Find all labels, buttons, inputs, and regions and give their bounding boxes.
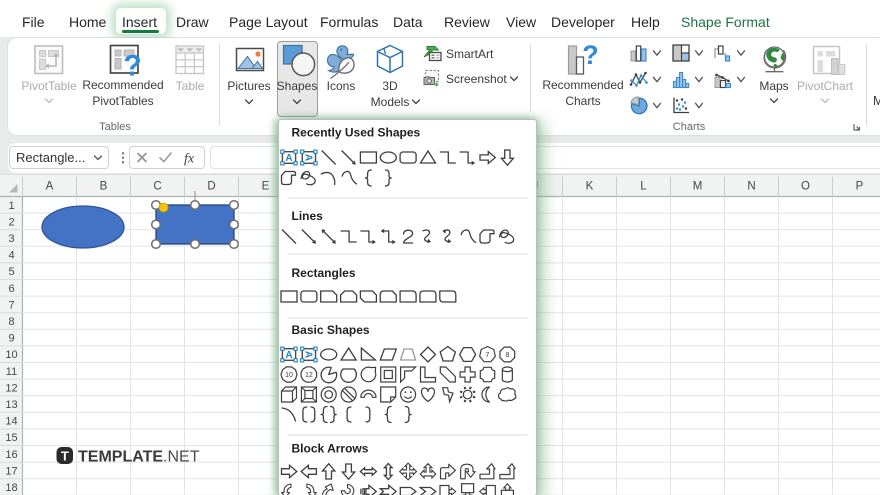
svg-text:15: 15	[5, 432, 17, 444]
svg-text:13: 13	[5, 399, 17, 411]
svg-text:O: O	[801, 181, 810, 193]
svg-text:2: 2	[8, 216, 14, 228]
svg-text:12: 12	[305, 372, 313, 379]
svg-text:8: 8	[8, 316, 14, 328]
svg-text:T: T	[61, 449, 69, 464]
svg-text:7: 7	[8, 299, 14, 311]
svg-text:4: 4	[8, 250, 14, 262]
svg-text:A: A	[46, 181, 54, 193]
svg-text:9: 9	[8, 333, 14, 345]
svg-text:8: 8	[505, 352, 509, 359]
svg-text:Lines: Lines	[291, 209, 323, 223]
svg-text:B: B	[100, 181, 108, 193]
svg-text:1: 1	[8, 200, 14, 212]
svg-text:5: 5	[8, 266, 14, 278]
svg-text:A: A	[302, 350, 313, 357]
svg-text:Block Arrows: Block Arrows	[291, 441, 368, 455]
svg-text:A: A	[285, 153, 292, 164]
svg-text:Recently Used Shapes: Recently Used Shapes	[291, 125, 420, 139]
svg-text:10: 10	[5, 349, 17, 361]
svg-text:3: 3	[8, 233, 14, 245]
svg-text:P: P	[856, 181, 864, 193]
svg-text:6: 6	[8, 283, 14, 295]
svg-text:E: E	[262, 181, 270, 193]
svg-text:L: L	[640, 181, 647, 193]
svg-text:12: 12	[5, 382, 17, 394]
svg-text:Rectangles: Rectangles	[291, 266, 355, 280]
svg-text:17: 17	[5, 465, 17, 477]
svg-text:11: 11	[6, 366, 17, 378]
svg-text:C: C	[153, 181, 161, 193]
svg-text:16: 16	[5, 449, 17, 461]
svg-text:Basic Shapes: Basic Shapes	[291, 323, 369, 337]
svg-text:14: 14	[5, 416, 17, 428]
svg-text:N: N	[747, 181, 755, 193]
svg-text:18: 18	[5, 482, 17, 494]
svg-text:fx: fx	[184, 152, 195, 167]
svg-text:M: M	[693, 181, 703, 193]
svg-text:A: A	[285, 350, 292, 361]
svg-text:K: K	[586, 181, 594, 193]
svg-text:?: ?	[582, 40, 599, 70]
svg-text:7: 7	[485, 352, 489, 359]
svg-text:10: 10	[285, 372, 293, 379]
svg-text:A: A	[302, 153, 313, 160]
svg-text:D: D	[207, 181, 215, 193]
svg-text:TEMPLATE.NET: TEMPLATE.NET	[78, 449, 200, 466]
